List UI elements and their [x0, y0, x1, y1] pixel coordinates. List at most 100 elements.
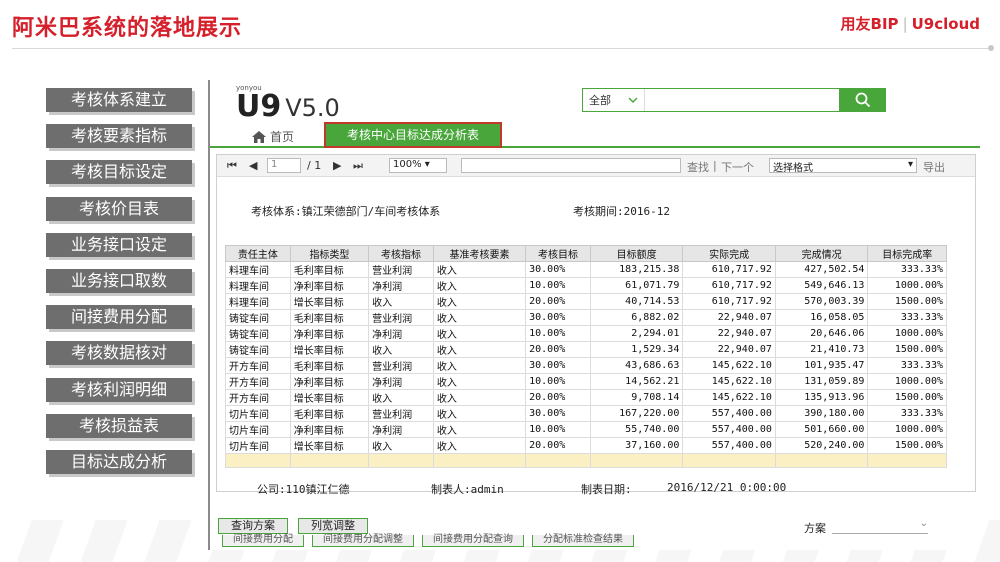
table-cell: 22,940.07 — [682, 309, 776, 326]
table-cell: 10.00% — [525, 373, 591, 390]
scheme-select[interactable]: ⌄ — [832, 518, 928, 534]
table-row[interactable]: 开方车间 增长率目标 收入 收入 20.00% 9,708.14 145,622.10 135… — [225, 389, 947, 406]
underlying-tab[interactable]: 间接费用分配调整 — [312, 535, 414, 547]
report-system: 考核体系:镇江荣德部门/车间考核体系 — [251, 205, 441, 218]
table-cell: 333.33% — [867, 357, 947, 374]
logo-u9cloud: U9cloud — [911, 15, 980, 33]
table-cell: 501,660.00 — [774, 421, 869, 438]
query-scheme-button[interactable]: 查询方案 — [218, 518, 288, 534]
underlying-tab[interactable]: 分配标准检查结果 — [532, 535, 634, 547]
table-cell: 收入 — [432, 277, 527, 294]
find-link[interactable]: 查找 — [687, 159, 709, 175]
column-adjust-button[interactable]: 列宽调整 — [298, 518, 368, 534]
search-bar[interactable]: 全部 — [582, 88, 840, 112]
nav-button[interactable]: 考核损益表 — [46, 413, 192, 438]
table-row[interactable]: 铸锭车间 毛利率目标 营业利润 收入 30.00% 6,882.02 22,940.07 16… — [225, 309, 947, 326]
first-page-icon[interactable]: ⏮ — [227, 159, 237, 173]
column-header[interactable]: 完成情况 — [774, 245, 869, 262]
export-button[interactable]: 导出 — [923, 159, 945, 175]
nav-button[interactable]: 考核目标设定 — [46, 160, 192, 185]
table-cell: 20.00% — [525, 389, 591, 406]
nav-button[interactable]: 考核要素指标 — [46, 124, 192, 149]
table-row[interactable]: 切片车间 增长率目标 收入 收入 20.00% 37,160.00 557,400.00 52… — [225, 437, 947, 454]
table-row[interactable]: 切片车间 净利率目标 净利润 收入 10.00% 55,740.00 557,400.00 5… — [225, 421, 947, 438]
table-cell: 1000.00% — [867, 277, 947, 294]
table-cell: 收入 — [432, 437, 527, 454]
find-input[interactable] — [461, 158, 681, 173]
column-header[interactable]: 指标类型 — [289, 245, 370, 262]
nav-button[interactable]: 考核利润明细 — [46, 377, 192, 402]
column-header[interactable]: 基准考核要素 — [432, 245, 527, 262]
prev-page-icon[interactable]: ◀ — [249, 159, 257, 172]
empty-cell — [682, 453, 776, 468]
column-header[interactable]: 实际完成 — [682, 245, 776, 262]
page-number-input[interactable]: 1 — [267, 158, 301, 173]
nav-button[interactable]: 考核数据核对 — [46, 341, 192, 366]
table-cell: 毛利率目标 — [289, 309, 370, 326]
table-cell: 557,400.00 — [682, 437, 776, 454]
nav-button[interactable]: 考核价目表 — [46, 196, 192, 221]
table-cell: 333.33% — [867, 309, 947, 326]
zoom-select[interactable]: 100% ▾ — [389, 158, 447, 173]
format-select[interactable]: 选择格式 ▾ — [769, 158, 917, 174]
table-cell: 427,502.54 — [774, 261, 869, 278]
table-cell: 145,622.10 — [682, 357, 776, 374]
nav-button[interactable]: 业务接口取数 — [46, 268, 192, 293]
search-scope-select[interactable]: 全部 — [583, 89, 645, 111]
search-input[interactable] — [645, 89, 839, 111]
empty-cell — [525, 453, 591, 468]
table-cell: 营业利润 — [368, 261, 434, 278]
table-cell: 55,740.00 — [589, 421, 684, 438]
nav-button[interactable]: 业务接口设定 — [46, 232, 192, 257]
column-header[interactable]: 考核指标 — [368, 245, 434, 262]
table-cell: 135,913.96 — [774, 389, 869, 406]
table-cell: 料理车间 — [225, 293, 291, 310]
table-cell: 增长率目标 — [289, 341, 370, 358]
column-header[interactable]: 责任主体 — [225, 245, 291, 262]
table-cell: 切片车间 — [225, 437, 291, 454]
bottom-actions: 查询方案 列宽调整 — [218, 518, 368, 534]
table-cell: 333.33% — [867, 405, 947, 422]
next-page-icon[interactable]: ▶ — [333, 159, 341, 172]
table-row[interactable]: 开方车间 净利率目标 净利润 收入 10.00% 14,562.21 145,622.10 1… — [225, 373, 947, 390]
table-cell: 557,400.00 — [682, 421, 776, 438]
tab-target-analysis[interactable]: 考核中心目标达成分析表 — [324, 122, 502, 148]
search-button[interactable] — [840, 88, 886, 112]
table-row[interactable]: 料理车间 增长率目标 收入 收入 20.00% 40,714.53 610,717.92 57… — [225, 293, 947, 310]
table-cell: 145,622.10 — [682, 373, 776, 390]
empty-cell — [589, 453, 684, 468]
nav-button[interactable]: 间接费用分配 — [46, 305, 192, 330]
tab-home[interactable]: 首页 — [252, 128, 294, 145]
report-company: 公司:110镇江仁德 — [257, 483, 350, 496]
nav-button[interactable]: 考核体系建立 — [46, 88, 192, 112]
find-separator: | — [713, 159, 717, 172]
underlying-tab[interactable]: 间接费用分配查询 — [422, 535, 524, 547]
column-header[interactable]: 考核目标 — [525, 245, 591, 262]
table-cell: 1,529.34 — [589, 341, 684, 358]
table-row[interactable]: 铸锭车间 增长率目标 收入 收入 20.00% 1,529.34 22,940.07 21,4… — [225, 341, 947, 358]
table-cell: 145,622.10 — [682, 389, 776, 406]
table-cell: 净利润 — [368, 325, 434, 342]
nav-button[interactable]: 目标达成分析 — [46, 449, 192, 474]
underlying-tabs: 间接费用分配 间接费用分配调整 间接费用分配查询 分配标准检查结果 — [222, 535, 634, 547]
table-row[interactable]: 开方车间 毛利率目标 营业利润 收入 30.00% 43,686.63 145,622.10… — [225, 357, 947, 374]
table-cell: 21,410.73 — [774, 341, 869, 358]
find-next-link[interactable]: 下一个 — [721, 159, 754, 175]
table-cell: 营业利润 — [368, 357, 434, 374]
last-page-icon[interactable]: ⏭ — [353, 159, 363, 173]
table-cell: 切片车间 — [225, 405, 291, 422]
column-header[interactable]: 目标额度 — [589, 245, 684, 262]
underlying-tab[interactable]: 间接费用分配 — [222, 535, 304, 547]
table-row[interactable]: 切片车间 毛利率目标 营业利润 收入 30.00% 167,220.00 557,400.0… — [225, 405, 947, 422]
table-cell: 增长率目标 — [289, 437, 370, 454]
u9-brand: yonyou U9 V5.0 — [236, 84, 340, 122]
table-row[interactable]: 铸锭车间 净利率目标 净利润 收入 10.00% 2,294.01 22,940.07 20,… — [225, 325, 947, 342]
report-maker: 制表人:admin — [431, 483, 504, 496]
table-cell: 167,220.00 — [589, 405, 684, 422]
table-cell: 6,882.02 — [589, 309, 684, 326]
column-header[interactable]: 目标完成率 — [867, 245, 947, 262]
table-row[interactable]: 料理车间 净利率目标 净利润 收入 10.00% 61,071.79 610,717.92 5… — [225, 277, 947, 294]
table-row[interactable]: 料理车间 毛利率目标 营业利润 收入 30.00% 183,215.38 610,717.9… — [225, 261, 947, 278]
table-cell: 30.00% — [525, 261, 591, 278]
table-cell: 549,646.13 — [774, 277, 869, 294]
